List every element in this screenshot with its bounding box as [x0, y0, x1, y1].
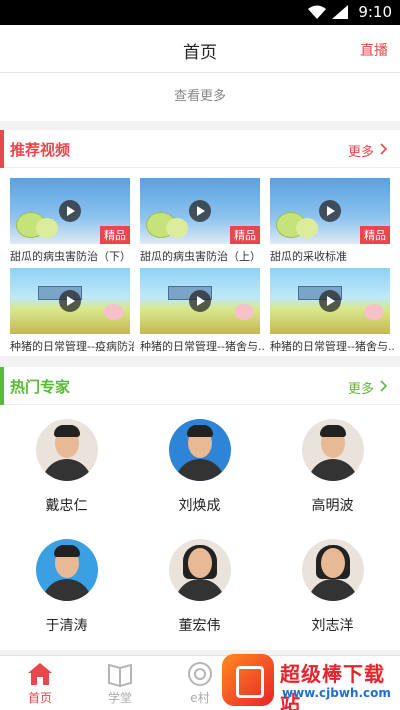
watermark-url: www.cjbwh.com — [282, 686, 391, 700]
home-icon[interactable] — [26, 661, 54, 687]
video-card[interactable]: 种猪的日常管理--猪舍与... — [140, 268, 264, 358]
video-title[interactable]: 种猪的日常管理--猪舍与... — [270, 338, 394, 354]
video-title[interactable]: 种猪的日常管理--猪舍与... — [140, 338, 264, 354]
section-accent-bar — [0, 130, 4, 168]
video-title[interactable]: 甜瓜的病虫害防治（上） — [140, 248, 264, 264]
recommended-header: 推荐视频 更多 — [0, 130, 400, 168]
circle-icon[interactable] — [186, 661, 214, 687]
clock: 9:10 — [358, 3, 392, 21]
play-icon[interactable] — [319, 290, 341, 312]
expert-name[interactable]: 董宏伟 — [133, 615, 266, 635]
pig-graphic — [234, 304, 254, 320]
video-card[interactable]: 精品 甜瓜的采收标准 — [270, 178, 390, 268]
avatar[interactable] — [302, 539, 364, 601]
signal-icon — [332, 5, 348, 19]
play-icon[interactable] — [59, 200, 81, 222]
avatar[interactable] — [302, 419, 364, 481]
chevron-right-icon[interactable] — [380, 143, 388, 155]
experts-grid: 戴忠仁 刘焕成 高明波 于清涛 董宏伟 刘志洋 — [0, 405, 400, 650]
melon-graphic — [296, 218, 318, 238]
video-thumbnail[interactable] — [140, 268, 260, 334]
video-card[interactable]: 种猪的日常管理--猪舍与... — [270, 268, 394, 358]
expert-card[interactable]: 刘志洋 — [266, 539, 399, 649]
tab-label[interactable]: 学堂 — [80, 689, 160, 706]
play-icon[interactable] — [59, 290, 81, 312]
video-title[interactable]: 甜瓜的采收标准 — [270, 248, 394, 264]
pig-graphic — [364, 304, 384, 320]
expert-card[interactable]: 刘焕成 — [133, 419, 266, 529]
app-header: 首页 直播 — [0, 25, 400, 73]
tab-label[interactable]: 首页 — [0, 689, 80, 706]
expert-name[interactable]: 刘志洋 — [266, 615, 399, 635]
tab-home[interactable]: 首页 — [0, 656, 80, 710]
video-thumbnail[interactable]: 精品 — [270, 178, 390, 244]
play-icon[interactable] — [189, 200, 211, 222]
section-accent-bar — [0, 367, 4, 405]
play-icon[interactable] — [319, 200, 341, 222]
section-title: 热门专家 — [10, 378, 71, 396]
video-thumbnail[interactable] — [10, 268, 130, 334]
video-card[interactable]: 种猪的日常管理--疫病防治 — [10, 268, 134, 358]
expert-card[interactable]: 戴忠仁 — [0, 419, 133, 529]
pig-graphic — [104, 304, 124, 320]
video-thumbnail[interactable]: 精品 — [10, 178, 130, 244]
status-bar: 9:10 — [0, 0, 400, 25]
expert-name[interactable]: 于清涛 — [0, 615, 133, 635]
more-videos-link[interactable]: 更多 — [348, 141, 374, 160]
live-button[interactable]: 直播 — [360, 40, 388, 60]
section-title: 推荐视频 — [10, 141, 71, 159]
video-card[interactable]: 精品 甜瓜的病虫害防治（上） — [140, 178, 261, 268]
premium-badge: 精品 — [100, 226, 130, 244]
melon-graphic — [166, 218, 188, 238]
expert-name[interactable]: 戴忠仁 — [0, 495, 133, 515]
video-thumbnail[interactable] — [270, 268, 390, 334]
expert-name[interactable]: 高明波 — [266, 495, 399, 515]
video-thumbnail[interactable]: 精品 — [140, 178, 260, 244]
avatar[interactable] — [169, 539, 231, 601]
premium-badge: 精品 — [360, 226, 390, 244]
book-icon[interactable] — [106, 661, 134, 687]
video-title[interactable]: 甜瓜的病虫害防治（下） — [10, 248, 134, 264]
chevron-right-icon[interactable] — [380, 380, 388, 392]
wifi-icon — [308, 5, 326, 19]
avatar[interactable] — [36, 419, 98, 481]
page-title: 首页 — [183, 43, 217, 63]
video-card[interactable]: 精品 甜瓜的病虫害防治（下） — [10, 178, 131, 268]
watermark-text: 超级棒下载站 — [280, 662, 385, 710]
more-experts-link[interactable]: 更多 — [348, 378, 374, 397]
tab-school[interactable]: 学堂 — [80, 656, 160, 710]
expert-name[interactable]: 刘焕成 — [133, 495, 266, 515]
expert-card[interactable]: 于清涛 — [0, 539, 133, 649]
watermark: 超级棒下载站 www.cjbwh.com — [222, 652, 400, 710]
video-grid: 精品 甜瓜的病虫害防治（下） 精品 甜瓜的病虫害防治（上） 精品 甜瓜的采收标准… — [0, 168, 400, 356]
melon-graphic — [36, 218, 58, 238]
avatar[interactable] — [36, 539, 98, 601]
experts-header: 热门专家 更多 — [0, 367, 400, 405]
premium-badge: 精品 — [230, 226, 260, 244]
expert-card[interactable]: 董宏伟 — [133, 539, 266, 649]
watermark-logo-icon — [222, 654, 274, 706]
avatar[interactable] — [169, 419, 231, 481]
video-title[interactable]: 种猪的日常管理--疫病防治 — [10, 338, 134, 354]
play-icon[interactable] — [189, 290, 211, 312]
see-more-button[interactable]: 查看更多 — [0, 73, 400, 121]
expert-card[interactable]: 高明波 — [266, 419, 399, 529]
